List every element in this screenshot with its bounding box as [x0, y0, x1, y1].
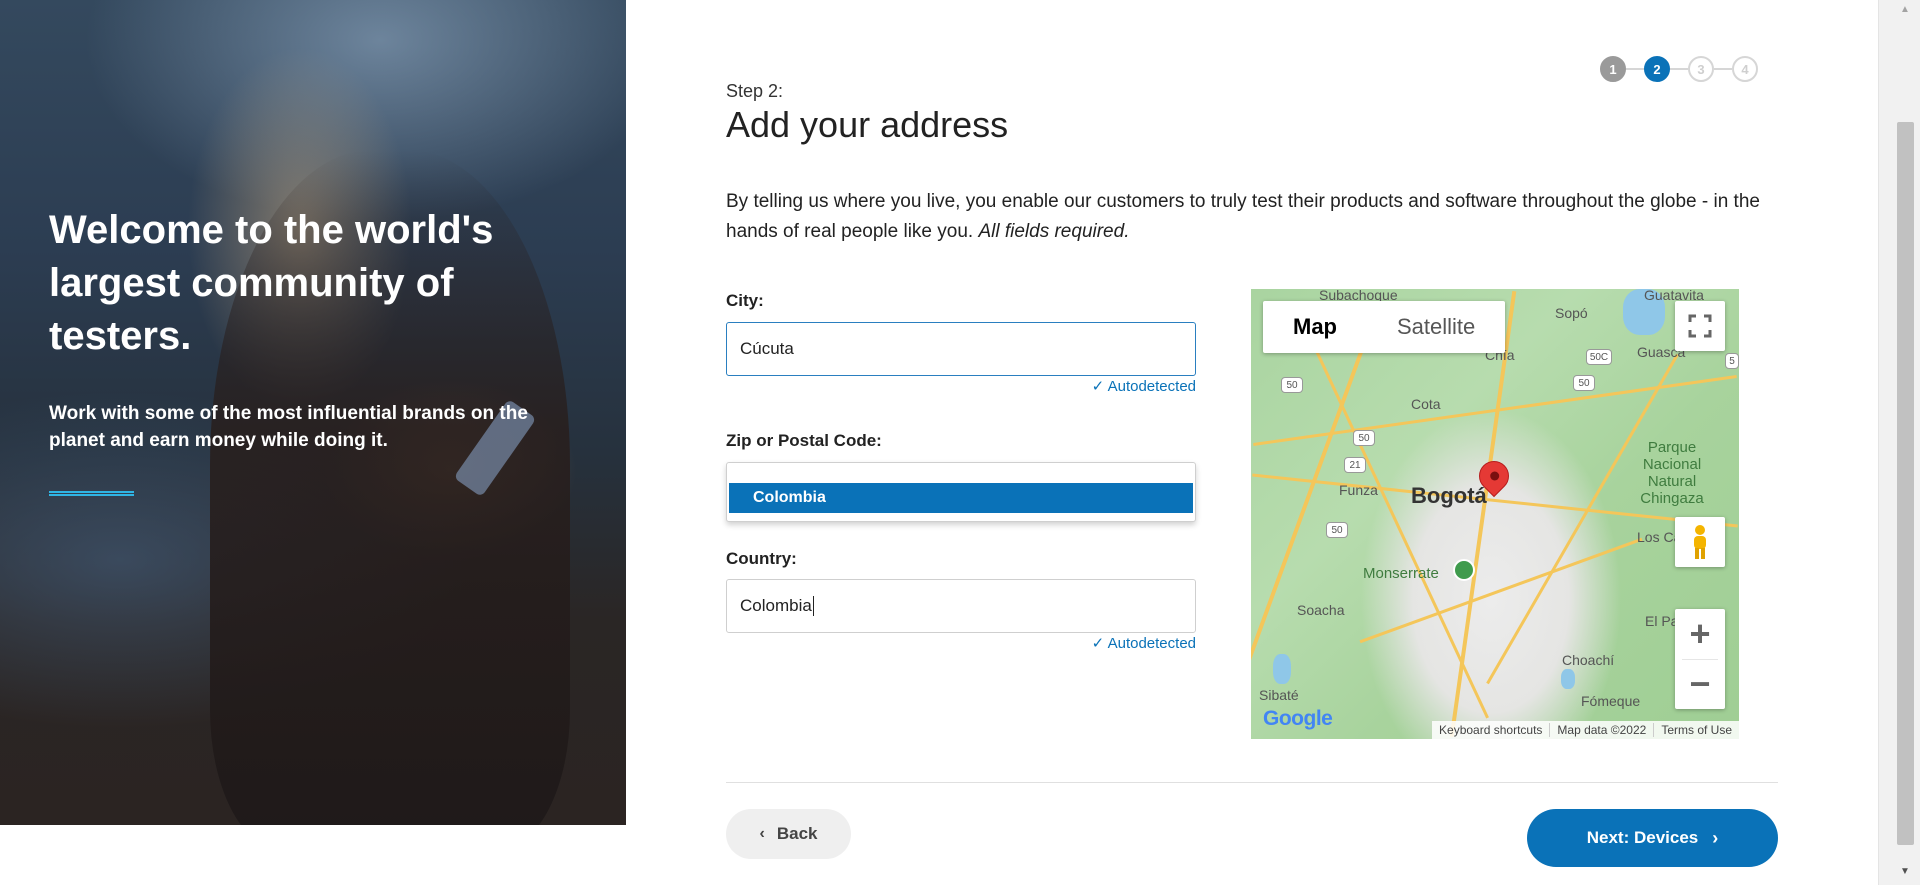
scroll-down-arrow-icon[interactable]: ▼: [1900, 866, 1910, 877]
map-data-text: Map data ©2022: [1549, 723, 1653, 737]
zoom-control[interactable]: + −: [1675, 609, 1725, 709]
hero-headline: Welcome to the world's largest community…: [49, 208, 494, 358]
country-autodetected: ✓ Autodetected: [1086, 634, 1196, 652]
check-icon: ✓: [1091, 378, 1105, 395]
map-label-choachi: Choachí: [1562, 652, 1615, 668]
hero-accent-line: [49, 491, 134, 496]
next-button-label: Next: Devices: [1586, 828, 1699, 847]
map-lake: [1561, 669, 1575, 689]
city-label: City:: [726, 291, 764, 310]
zoom-out-button[interactable]: −: [1675, 659, 1725, 709]
step-connector: [1626, 68, 1644, 70]
country-label: Country:: [726, 549, 797, 568]
map-label-monserrate: Monserrate: [1363, 565, 1439, 582]
map-label-bogota: Bogotá: [1411, 483, 1487, 508]
city-input[interactable]: Cúcuta: [726, 322, 1196, 376]
map-type-control[interactable]: Map Satellite: [1263, 301, 1506, 353]
text-caret: [812, 596, 814, 616]
map-road: [1251, 340, 1367, 738]
zoom-in-button[interactable]: +: [1675, 609, 1725, 659]
country-value: Colombia: [740, 596, 812, 615]
intro-body: By telling us where you live, you enable…: [726, 191, 1760, 242]
step-1: 1: [1600, 56, 1626, 82]
scroll-up-arrow-icon[interactable]: ▲: [1900, 4, 1910, 15]
intro-text: By telling us where you live, you enable…: [726, 187, 1766, 247]
map-road: [1359, 537, 1643, 644]
hero-panel: Welcome to the world's largest community…: [0, 0, 626, 825]
map-label-chingaza: Parque Nacional Natural Chingaza: [1640, 439, 1704, 507]
country-autodetected-text: Autodetected: [1107, 635, 1196, 652]
map-lake: [1273, 654, 1291, 684]
check-icon: ✓: [1091, 635, 1105, 652]
road-shield: 50: [1353, 430, 1375, 446]
road-shield: 50: [1573, 375, 1595, 391]
road-shield: 50C: [1586, 349, 1612, 365]
google-logo-text: Google: [1263, 707, 1333, 730]
map-label-sibate: Sibaté: [1259, 687, 1299, 703]
map-footer: Keyboard shortcuts Map data ©2022 Terms …: [1432, 721, 1739, 739]
road-shield: 5: [1725, 353, 1739, 369]
zip-autocomplete-dropdown[interactable]: Colombia: [726, 462, 1196, 522]
step-label: Step 2:: [726, 81, 784, 101]
scrollbar-thumb[interactable]: [1897, 122, 1914, 845]
chevron-right-icon: ›: [1712, 827, 1719, 848]
map-type-map-button[interactable]: Map: [1263, 301, 1367, 353]
chevron-left-icon: ‹: [759, 825, 765, 842]
map-road: [1486, 353, 1679, 685]
city-autodetected: ✓ Autodetected: [1086, 377, 1196, 395]
footer-divider: [726, 782, 1778, 783]
map-label-el-pa: El Pa: [1645, 613, 1679, 629]
map-label-funza: Funza: [1339, 482, 1378, 498]
page-title: Add your address: [726, 104, 1009, 145]
fullscreen-button[interactable]: [1675, 301, 1725, 351]
back-button[interactable]: ‹ Back: [726, 809, 851, 859]
next-devices-button[interactable]: Next: Devices ›: [1527, 809, 1778, 867]
zip-suggestion-option[interactable]: Colombia: [729, 483, 1193, 513]
intro-emphasis: All fields required.: [978, 221, 1130, 242]
step-4: 4: [1732, 56, 1758, 82]
location-map[interactable]: Subachoque Guatavita Sopó Chía Guasca Co…: [1251, 289, 1739, 739]
city-value: Cúcuta: [740, 339, 794, 358]
map-label-soacha: Soacha: [1297, 602, 1345, 618]
monserrate-poi-icon[interactable]: [1453, 559, 1475, 581]
terms-of-use-link[interactable]: Terms of Use: [1653, 723, 1739, 737]
pegman-icon: [1694, 525, 1706, 559]
google-logo[interactable]: Google: [1263, 707, 1333, 731]
map-type-satellite-button[interactable]: Satellite: [1367, 301, 1505, 353]
map-label-cota: Cota: [1411, 396, 1441, 412]
road-shield: 50: [1326, 522, 1348, 538]
zip-label: Zip or Postal Code:: [726, 431, 882, 450]
step-connector: [1670, 68, 1688, 70]
fullscreen-icon: [1688, 314, 1712, 338]
keyboard-shortcuts-link[interactable]: Keyboard shortcuts: [1432, 723, 1549, 737]
hero-subtext: Work with some of the most influential b…: [49, 403, 528, 451]
step-2: 2: [1644, 56, 1670, 82]
map-label-sopo: Sopó: [1555, 305, 1588, 321]
step-3: 3: [1688, 56, 1714, 82]
step-connector: [1714, 68, 1732, 70]
city-autodetected-text: Autodetected: [1107, 378, 1196, 395]
map-road: [1296, 309, 1489, 719]
road-shield: 50: [1281, 377, 1303, 393]
road-shield: 21: [1344, 457, 1366, 473]
country-input[interactable]: Colombia: [726, 579, 1196, 633]
map-label-fomeque: Fómeque: [1581, 693, 1641, 709]
back-button-label: Back: [776, 824, 818, 843]
street-view-pegman-button[interactable]: [1675, 517, 1725, 567]
progress-stepper: 1 2 3 4: [1600, 56, 1758, 82]
page-scrollbar[interactable]: ▲ ▼: [1878, 0, 1920, 885]
